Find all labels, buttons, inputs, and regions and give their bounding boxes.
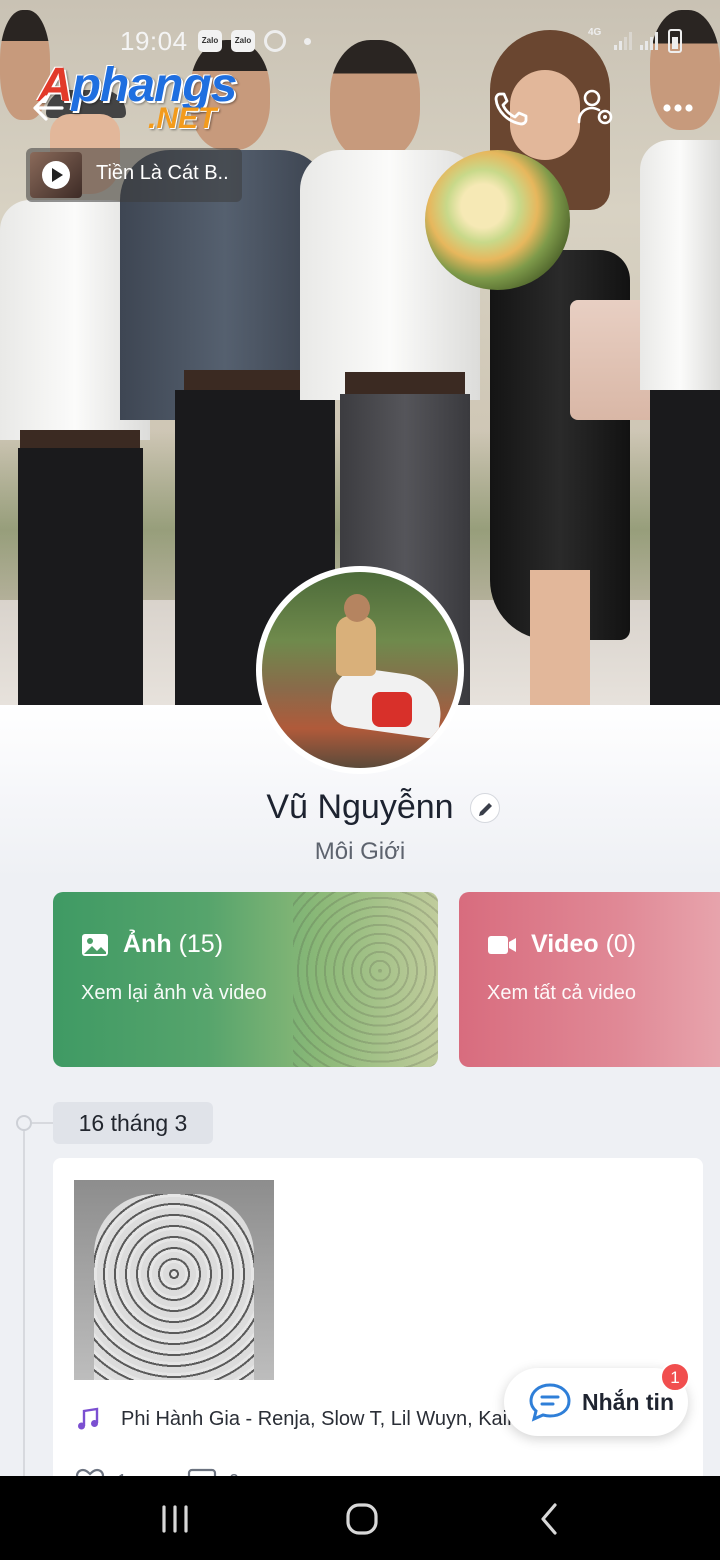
timeline-date: 16 tháng 3	[53, 1102, 213, 1144]
back-arrow-icon	[33, 95, 64, 121]
network-type: 4G	[588, 27, 602, 38]
photos-card[interactable]: Ảnh (15) Xem lại ảnh và video	[53, 892, 438, 1067]
videos-label: Video	[531, 930, 599, 958]
edit-name-button[interactable]	[469, 793, 500, 823]
photos-card-title: Ảnh (15)	[81, 930, 223, 959]
chevron-left-icon	[541, 1503, 557, 1535]
videos-card-title: Video (0)	[487, 930, 636, 959]
status-time: 19:04	[120, 26, 188, 56]
play-icon[interactable]	[42, 161, 70, 189]
video-icon	[488, 935, 516, 954]
zalo-notification-icon: Zalo	[231, 30, 255, 52]
recent-apps-icon	[162, 1505, 188, 1533]
photos-card-preview	[293, 892, 438, 1067]
post-photo[interactable]	[74, 1180, 274, 1380]
avatar-image	[262, 572, 458, 768]
more-options-button[interactable]	[656, 86, 700, 130]
recent-apps-button[interactable]	[150, 1494, 200, 1544]
home-icon	[346, 1503, 378, 1535]
music-note-icon	[78, 1407, 99, 1430]
unread-badge: 1	[660, 1362, 690, 1392]
watermark-logo-suffix: .NET	[148, 102, 217, 135]
image-icon	[82, 933, 108, 956]
site-watermark-logo: Aphangs .NET	[38, 58, 258, 138]
edit-icon	[478, 803, 492, 816]
profile-subtitle: Môi Giới	[314, 838, 406, 865]
back-button[interactable]	[28, 88, 68, 128]
chat-icon	[529, 1383, 571, 1422]
phone-icon	[494, 92, 528, 126]
more-notifications-icon	[304, 38, 311, 45]
timeline-node	[16, 1115, 32, 1131]
photos-card-subtitle: Xem lại ảnh và video	[81, 982, 267, 1004]
videos-count: (0)	[605, 930, 637, 958]
more-icon	[663, 104, 693, 112]
music-thumbnail	[30, 152, 82, 198]
system-back-button[interactable]	[525, 1494, 575, 1544]
profile-name-row: Vũ Nguyễnn	[0, 788, 720, 827]
battery-icon	[668, 29, 682, 53]
videos-card-subtitle: Xem tất cả video	[487, 982, 636, 1004]
timeline-connector	[32, 1122, 54, 1124]
post-music-title: Phi Hành Gia - Renja, Slow T, Lil Wuyn, …	[121, 1407, 519, 1430]
photos-label: Ảnh	[123, 930, 172, 958]
photos-count: (15)	[178, 930, 224, 958]
cover-bouquet	[425, 150, 570, 290]
music-title: Tiền Là Cát B..	[96, 162, 229, 184]
message-button[interactable]: Nhắn tin 1	[504, 1362, 690, 1436]
zalo-notification-icon: Zalo	[198, 30, 222, 52]
message-button-label: Nhắn tin	[582, 1388, 674, 1415]
timeline-post[interactable]: Phi Hành Gia - Renja, Slow T, Lil Wuyn, …	[53, 1158, 703, 1498]
user-settings-icon	[577, 89, 613, 125]
signal-icon	[640, 30, 658, 50]
profile-music-chip[interactable]: Tiền Là Cát B..	[26, 148, 242, 202]
messenger-notification-icon	[264, 30, 286, 52]
profile-name: Vũ Nguyễnn	[266, 788, 454, 826]
avatar[interactable]	[256, 566, 464, 774]
profile-settings-button[interactable]	[574, 86, 618, 130]
post-music[interactable]: Phi Hành Gia - Renja, Slow T, Lil Wuyn, …	[75, 1406, 518, 1432]
system-nav-bar	[0, 1476, 720, 1560]
timeline-line	[23, 1124, 25, 1484]
signal-icon	[614, 30, 632, 50]
videos-card[interactable]: Video (0) Xem tất cả video	[459, 892, 720, 1067]
call-button[interactable]	[490, 86, 534, 130]
home-button[interactable]	[337, 1494, 387, 1544]
